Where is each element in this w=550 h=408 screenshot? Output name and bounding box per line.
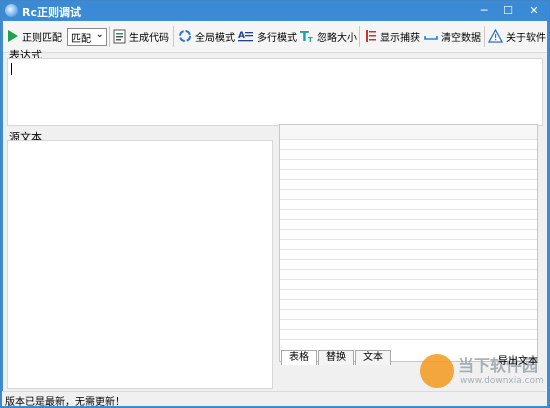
mode-select-value: 匹配: [71, 34, 91, 45]
text-caret: [11, 63, 12, 75]
match-button[interactable]: 正则匹配: [7, 27, 62, 45]
table-row: [280, 280, 537, 290]
source-text-input[interactable]: [7, 140, 273, 389]
clear-data-button[interactable]: 清空数据: [424, 27, 481, 45]
title-bar[interactable]: Rc正则调试 ─ ☐ ✕: [1, 1, 549, 20]
export-text-button[interactable]: 导出文本: [498, 352, 538, 367]
toolbar-separator: [173, 26, 174, 47]
ignore-case-button[interactable]: TT 忽略大小: [300, 27, 357, 45]
table-row: [280, 300, 537, 310]
status-text: 版本已是最新，无需更新！: [5, 397, 125, 408]
show-capture-label: 显示捕获: [380, 32, 420, 44]
generate-code-button[interactable]: 生成代码: [113, 27, 169, 45]
about-button[interactable]: 关于软件: [488, 27, 546, 45]
tab-table[interactable]: 表格: [281, 350, 317, 365]
table-row: [280, 140, 537, 150]
table-row: [280, 270, 537, 280]
clear-data-label: 清空数据: [441, 32, 481, 44]
mode-select[interactable]: 匹配 ⌄: [67, 28, 107, 46]
clear-icon: [424, 36, 438, 40]
table-row: [280, 180, 537, 190]
table-row: [280, 290, 537, 300]
show-capture-button[interactable]: 显示捕获: [365, 27, 420, 45]
code-file-icon: [113, 29, 126, 43]
table-row: [280, 230, 537, 240]
close-button[interactable]: ✕: [523, 1, 545, 20]
table-header: [280, 125, 537, 140]
svg-text:A: A: [238, 31, 245, 41]
chevron-down-icon: ⌄: [95, 29, 104, 40]
table-row: [280, 170, 537, 180]
table-row: [280, 330, 537, 340]
multiline-mode-label: 多行模式: [257, 32, 297, 44]
global-mode-button[interactable]: 全局模式: [178, 27, 235, 45]
table-row: [280, 160, 537, 170]
about-label: 关于软件: [506, 32, 546, 44]
text-size-icon: TT: [300, 30, 313, 43]
minimize-button[interactable]: ─: [473, 1, 495, 20]
toolbar: 正则匹配 匹配 ⌄ 生成代码 全局模式 A 多行模式 TT 忽略大小 显示捕获 …: [3, 21, 547, 53]
tab-text[interactable]: 文本: [355, 350, 391, 365]
generate-code-label: 生成代码: [129, 32, 169, 44]
watermark-logo-icon: [420, 354, 454, 388]
expression-input[interactable]: [7, 58, 543, 126]
tab-replace[interactable]: 替换: [318, 350, 354, 365]
table-row: [280, 150, 537, 160]
table-row: [280, 260, 537, 270]
status-bar: 版本已是最新，无需更新！: [2, 391, 546, 408]
app-icon: [5, 4, 18, 17]
table-row: [280, 250, 537, 260]
window-title: Rc正则调试: [22, 6, 81, 19]
table-row: [280, 320, 537, 330]
global-mode-label: 全局模式: [195, 32, 235, 44]
play-icon: [8, 30, 18, 42]
toolbar-separator: [109, 26, 110, 47]
global-loop-icon: [179, 30, 191, 42]
table-row: [280, 240, 537, 250]
multiline-icon: A: [238, 31, 253, 42]
table-row: [280, 200, 537, 210]
svg-text:T: T: [308, 36, 313, 43]
table-row: [280, 220, 537, 230]
table-row: [280, 310, 537, 320]
multiline-mode-button[interactable]: A 多行模式: [238, 27, 297, 45]
result-table[interactable]: [279, 124, 538, 362]
capture-list-icon: [366, 30, 376, 42]
warning-icon: [488, 29, 503, 43]
result-tabs: 表格 替换 文本: [281, 350, 392, 365]
toolbar-separator: [359, 26, 360, 47]
maximize-button[interactable]: ☐: [497, 1, 519, 20]
toolbar-separator: [484, 26, 485, 47]
ignore-case-label: 忽略大小: [317, 32, 357, 44]
table-row: [280, 190, 537, 200]
match-label: 正则匹配: [22, 32, 62, 44]
watermark-url: www.downxia.com: [460, 376, 544, 386]
table-row: [280, 210, 537, 220]
